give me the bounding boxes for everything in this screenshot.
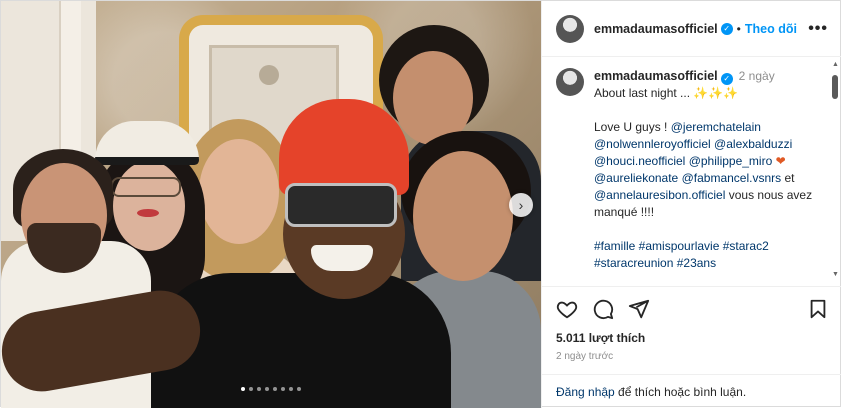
carousel-dot bbox=[241, 387, 245, 391]
caption-row: emmadaumasofficiel ✓ 2 ngày About last nig… bbox=[556, 68, 829, 272]
share-icon[interactable] bbox=[628, 298, 650, 320]
action-icons bbox=[556, 297, 829, 321]
mirror-light bbox=[259, 65, 279, 85]
smile bbox=[311, 245, 373, 271]
verified-badge-icon: ✓ bbox=[720, 22, 733, 35]
caption-avatar[interactable] bbox=[556, 68, 584, 96]
mention-link[interactable]: @alexbalduzzi bbox=[714, 137, 792, 151]
carousel-dot bbox=[273, 387, 277, 391]
person-right-face bbox=[413, 151, 513, 281]
separator-dot: • bbox=[736, 21, 741, 36]
mention-link[interactable]: @houci.neofficiel bbox=[594, 154, 685, 168]
carousel-indicator bbox=[1, 387, 541, 391]
verified-badge-icon: ✓ bbox=[720, 72, 733, 85]
caption-text: emmadaumasofficiel ✓ 2 ngày About last nig… bbox=[594, 68, 824, 272]
next-photo-button[interactable]: › bbox=[509, 193, 533, 217]
carousel-dot bbox=[281, 387, 285, 391]
login-prompt: Đăng nhập để thích hoặc bình luận. bbox=[542, 374, 841, 409]
like-heart-icon[interactable] bbox=[556, 298, 578, 320]
red-lips bbox=[137, 209, 159, 217]
mention-link[interactable]: @philippe_miro bbox=[689, 154, 773, 168]
post-time-ago[interactable]: 2 ngày trước bbox=[556, 351, 829, 362]
heart-emoji-icon: ❤ bbox=[775, 154, 786, 168]
caption-line2-prefix: Love U guys ! bbox=[594, 120, 671, 134]
caption-scrollbar[interactable]: ▲ ▼ bbox=[830, 61, 840, 285]
post-modal: › emmadaumasofficiel ✓ • Theo dõi ••• em… bbox=[0, 0, 841, 408]
scroll-up-icon[interactable]: ▲ bbox=[832, 61, 839, 68]
header-username[interactable]: emmadaumasofficiel bbox=[594, 22, 718, 36]
person-blonde-face bbox=[199, 139, 279, 244]
post-header: emmadaumasofficiel ✓ • Theo dõi ••• bbox=[542, 1, 841, 57]
person-cap-face bbox=[113, 161, 185, 251]
bookmark-icon[interactable] bbox=[807, 298, 829, 320]
caption-time[interactable]: 2 ngày bbox=[739, 69, 775, 83]
mention-link[interactable]: @aureliekonate bbox=[594, 171, 678, 185]
carousel-dot bbox=[257, 387, 261, 391]
hashtags[interactable]: #famille #amispourlavie #starac2 #starac… bbox=[594, 239, 769, 270]
login-prompt-text: để thích hoặc bình luận. bbox=[614, 385, 747, 399]
comment-icon[interactable] bbox=[592, 298, 614, 320]
chevron-right-icon: › bbox=[518, 197, 524, 213]
caption-et: et bbox=[781, 171, 795, 185]
more-options-icon[interactable]: ••• bbox=[808, 20, 828, 38]
scroll-thumb[interactable] bbox=[832, 75, 838, 99]
post-photo[interactable]: › bbox=[1, 1, 541, 408]
carousel-dot bbox=[265, 387, 269, 391]
sunglasses bbox=[285, 183, 397, 227]
clear-glasses bbox=[111, 177, 181, 197]
caption-username[interactable]: emmadaumasofficiel bbox=[594, 69, 718, 83]
login-link[interactable]: Đăng nhập bbox=[556, 385, 615, 399]
post-actions: 5.011 lượt thích 2 ngày trước bbox=[542, 286, 841, 362]
carousel-dot bbox=[297, 387, 301, 391]
avatar[interactable] bbox=[556, 14, 584, 43]
caption-area[interactable]: emmadaumasofficiel ✓ 2 ngày About last nig… bbox=[542, 58, 841, 286]
scroll-down-icon[interactable]: ▼ bbox=[832, 271, 839, 278]
likes-count[interactable]: 5.011 lượt thích bbox=[556, 331, 829, 345]
mention-link[interactable]: @fabmancel.vsnrs bbox=[682, 171, 782, 185]
caption-line1: About last night ... ✨✨✨ bbox=[594, 86, 739, 100]
carousel-dot bbox=[249, 387, 253, 391]
carousel-dot bbox=[289, 387, 293, 391]
follow-button[interactable]: Theo dõi bbox=[745, 22, 797, 36]
mention-link[interactable]: @jeremchatelain bbox=[671, 120, 761, 134]
mention-link[interactable]: @annelauresibon.officiel bbox=[594, 188, 725, 202]
post-sidebar: emmadaumasofficiel ✓ • Theo dõi ••• emma… bbox=[541, 1, 841, 408]
mention-link[interactable]: @nolwennleroyofficiel bbox=[594, 137, 711, 151]
